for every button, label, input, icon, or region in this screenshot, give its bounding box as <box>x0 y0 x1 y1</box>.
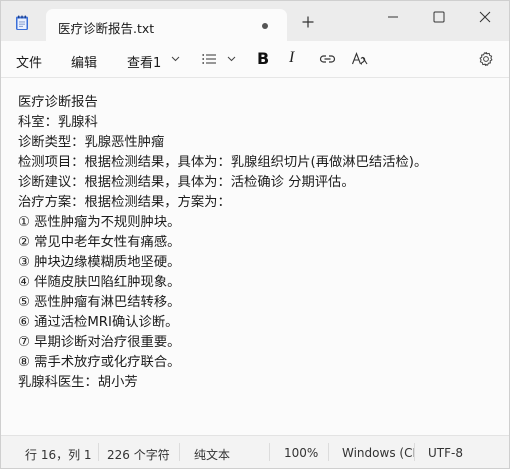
text-editor[interactable]: 医疗诊断报告 科室：乳腺科 诊断类型：乳腺恶性肿瘤 检测项目：根据检测结果，具体… <box>1 78 509 435</box>
document-line: ④ 伴随皮肤凹陷红肿现象。 <box>18 275 181 290</box>
status-cursor-position: 行 16，列 1 <box>25 448 92 462</box>
status-zoom[interactable]: 100% <box>284 446 318 460</box>
chevron-down-icon[interactable] <box>227 56 236 62</box>
plus-icon[interactable] <box>300 14 316 30</box>
document-line: 科室：乳腺科 <box>18 115 98 130</box>
notepad-window: 医疗诊断报告.txt 文件 编辑 查看1 B I 医疗诊断报告 科室：乳腺科 诊… <box>0 0 510 469</box>
document-line: ⑥ 通过活检MRI确认诊断。 <box>18 315 179 330</box>
close-icon[interactable] <box>462 5 508 29</box>
link-icon[interactable] <box>319 51 336 67</box>
document-line: ③ 肿块边缘模糊质地坚硬。 <box>18 255 181 270</box>
italic-icon[interactable]: I <box>289 49 294 66</box>
status-divider <box>414 443 415 461</box>
document-line: ② 常见中老年女性有痛感。 <box>18 235 181 250</box>
document-line: 诊断类型：乳腺恶性肿瘤 <box>18 135 165 150</box>
notepad-icon <box>16 15 28 30</box>
unsaved-indicator-icon[interactable] <box>262 23 268 29</box>
title-bar[interactable]: 医疗诊断报告.txt <box>1 1 509 41</box>
tab-document[interactable]: 医疗诊断报告.txt <box>46 9 287 41</box>
document-line: 诊断建议：根据检测结果，具体为：活检确诊 分期评估。 <box>18 175 355 190</box>
menu-view[interactable]: 查看1 <box>127 52 161 71</box>
status-divider <box>269 443 270 461</box>
document-line: ⑤ 恶性肿瘤有淋巴结转移。 <box>18 295 181 310</box>
minimize-icon[interactable] <box>370 5 416 29</box>
document-line: ① 恶性肿瘤为不规则肿块。 <box>18 215 181 230</box>
gear-icon[interactable] <box>478 51 494 67</box>
document-line: 医疗诊断报告 <box>18 95 98 110</box>
status-divider <box>328 443 329 461</box>
status-line-ending[interactable]: Windows (CI <box>342 446 416 460</box>
tab-title: 医疗诊断报告.txt <box>58 21 155 36</box>
maximize-icon[interactable] <box>416 5 462 29</box>
list-icon[interactable] <box>202 53 216 65</box>
menu-edit[interactable]: 编辑 <box>71 52 97 71</box>
menu-bar: 文件 编辑 查看1 B I <box>1 41 509 78</box>
document-line: ⑧ 需手术放疗或化疗联合。 <box>18 355 181 370</box>
document-line: 乳腺科医生：胡小芳 <box>18 375 138 390</box>
status-format[interactable]: 纯文本 <box>194 446 230 463</box>
status-character-count: 226 个字符 <box>107 448 170 462</box>
status-divider <box>98 443 99 461</box>
document-line: 检测项目：根据检测结果，具体为：乳腺组织切片(再做淋巴结活检)。 <box>18 155 428 170</box>
document-line: ⑦ 早期诊断对治疗很重要。 <box>18 335 181 350</box>
document-line: 治疗方案：根据检测结果，方案为： <box>18 195 231 210</box>
clear-formatting-icon[interactable] <box>351 51 369 67</box>
menu-file[interactable]: 文件 <box>16 52 42 71</box>
chevron-down-icon[interactable] <box>171 56 180 62</box>
bold-icon[interactable]: B <box>257 49 269 68</box>
status-divider <box>179 443 180 461</box>
status-bar: 行 16，列 1 226 个字符 纯文本 100% Windows (CI UT… <box>1 435 509 468</box>
status-encoding[interactable]: UTF-8 <box>428 446 463 460</box>
